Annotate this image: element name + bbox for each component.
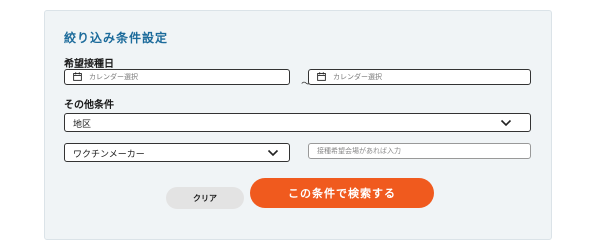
date-to-placeholder: カレンダー選択 (333, 73, 382, 81)
calendar-icon (317, 72, 326, 81)
region-select[interactable]: 地区 (64, 113, 531, 132)
date-from-field[interactable]: カレンダー選択 (64, 69, 290, 85)
date-to-field[interactable]: カレンダー選択 (308, 69, 531, 85)
clear-button[interactable]: クリア (166, 187, 244, 209)
venue-input[interactable]: 接種希望会場があれば入力 (308, 143, 531, 159)
date-from-placeholder: カレンダー選択 (89, 73, 138, 81)
region-select-value: 地区 (73, 120, 92, 130)
venue-input-placeholder: 接種希望会場があれば入力 (317, 147, 401, 155)
calendar-icon (73, 72, 82, 81)
filter-panel: 絞り込み条件設定 希望接種日 カレンダー選択 ～ カレンダー選択 その他条件 地… (44, 10, 552, 240)
search-button[interactable]: この条件で検索する (250, 178, 434, 208)
other-conditions-label: その他条件 (64, 100, 114, 111)
chevron-down-icon (267, 149, 279, 157)
vaccine-maker-select[interactable]: ワクチンメーカー (64, 143, 290, 162)
filter-title: 絞り込み条件設定 (64, 31, 169, 45)
vaccine-maker-select-value: ワクチンメーカー (73, 150, 145, 160)
date-label: 希望接種日 (64, 59, 114, 70)
chevron-down-icon (500, 119, 512, 127)
